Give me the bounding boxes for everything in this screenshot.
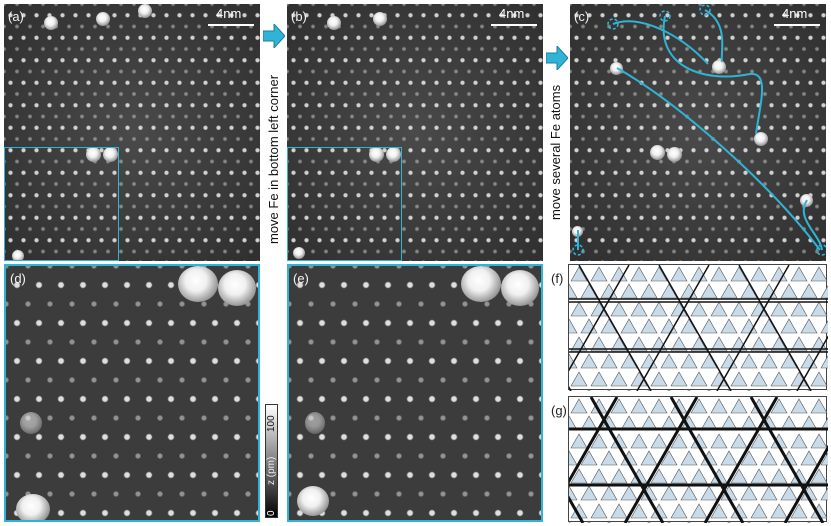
fe-adatom	[138, 4, 152, 18]
stm-panel-b: (b) 4nm	[287, 4, 543, 261]
panel-label-d: (d)	[10, 271, 26, 286]
lattice-diagram-g: (g)	[551, 396, 828, 523]
stm-panel-c: (c) 4nm	[570, 4, 826, 261]
fe-adatom	[20, 412, 42, 434]
atom-move-trajectories	[572, 4, 826, 256]
colorbar-unit-label: z (pm)	[266, 456, 277, 485]
fe-adatom	[96, 12, 110, 26]
fe-adatom	[305, 412, 325, 434]
fe-adatom	[461, 266, 501, 302]
zoom-panel-d: (d)	[4, 264, 260, 522]
zoom-panel-e: (e)	[287, 264, 543, 522]
scale-bar-b	[491, 24, 537, 26]
lattice-diagram-f: (f)	[551, 264, 828, 391]
fe-adatom	[373, 12, 387, 26]
arrow-caption-2: move several Fe atoms	[548, 84, 563, 220]
panel-label-a: (a)	[8, 9, 24, 24]
zoom-region-box	[287, 147, 402, 261]
triangle-lattice	[569, 397, 828, 523]
arrow-right-icon	[546, 46, 568, 70]
fe-adatom	[218, 270, 256, 306]
fe-adatom	[44, 16, 58, 30]
panel-label-e: (e)	[293, 271, 309, 286]
scale-text-a: 4nm	[216, 6, 242, 21]
scale-text-b: 4nm	[499, 6, 525, 21]
colorbar-min-label: 0	[266, 510, 277, 516]
panel-label-f: (f)	[551, 271, 564, 286]
scale-bar-a	[208, 24, 254, 26]
fe-adatom	[327, 16, 341, 30]
fe-adatom	[16, 494, 50, 520]
arrow-caption-1: move Fe in bottom left corner	[266, 74, 281, 244]
colorbar-max-label: 100	[266, 415, 277, 432]
fe-adatom	[501, 270, 539, 306]
panel-label-b: (b)	[291, 9, 307, 24]
triangle-lattice	[569, 265, 828, 391]
arrow-right-icon	[263, 24, 285, 48]
fe-adatom	[297, 486, 329, 516]
fe-adatom	[178, 266, 218, 302]
zoom-region-box	[4, 147, 119, 261]
panel-label-g: (g)	[551, 403, 567, 418]
stm-panel-a: (a) 4nm	[4, 4, 260, 261]
